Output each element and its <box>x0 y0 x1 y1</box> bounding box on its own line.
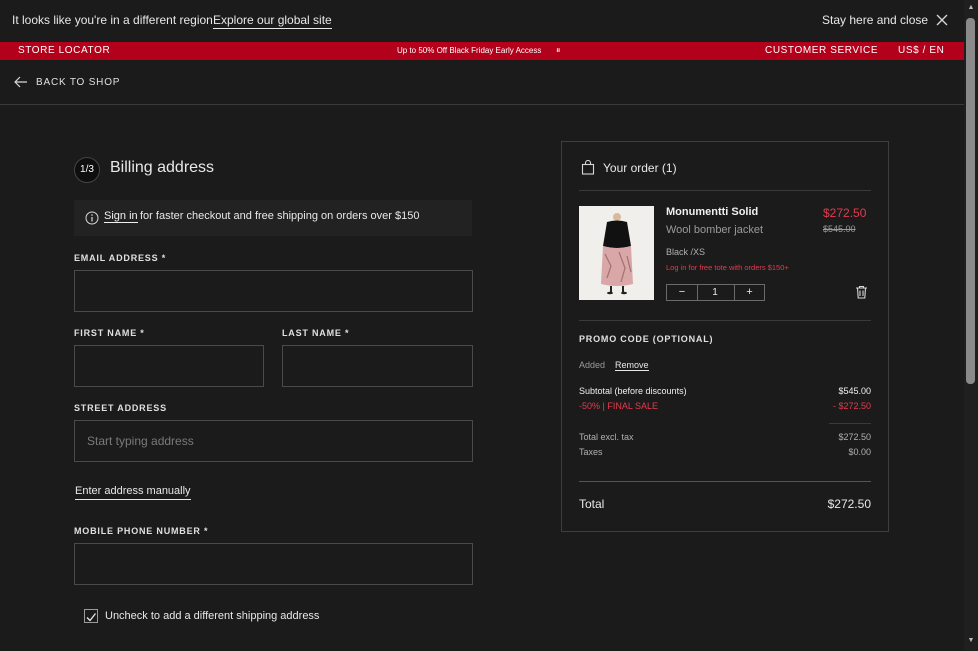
stay-here-button[interactable]: Stay here and close <box>822 13 928 27</box>
subtotal-label: Subtotal (before discounts) <box>579 386 687 396</box>
order-divider <box>579 190 871 191</box>
email-label: EMAIL ADDRESS * <box>74 253 167 263</box>
first-name-input[interactable] <box>75 346 263 386</box>
discount-label: -50% | FINAL SALE <box>579 401 659 411</box>
first-name-field[interactable] <box>74 345 264 387</box>
email-input[interactable] <box>75 271 472 311</box>
total-value: $272.50 <box>827 497 871 511</box>
discount-value: - $272.50 <box>832 401 871 411</box>
promo-added-text: Added <box>579 360 606 370</box>
phone-label: MOBILE PHONE NUMBER * <box>74 526 209 536</box>
taxes-label: Taxes <box>579 447 603 457</box>
signin-link[interactable]: Sign in <box>104 210 138 223</box>
free-tote-note: Log in for free tote with orders $150+ <box>666 263 789 272</box>
decrease-quantity-button[interactable]: − <box>667 285 697 300</box>
back-to-shop-link[interactable]: BACK TO SHOP <box>36 77 120 88</box>
last-name-label: LAST NAME * <box>282 328 350 338</box>
product-photo-illustration <box>579 206 654 300</box>
pause-icon[interactable]: ⏸ <box>556 45 561 56</box>
order-divider <box>579 320 871 321</box>
product-name[interactable]: Monumentti Solid <box>666 206 758 218</box>
customer-service-link[interactable]: CUSTOMER SERVICE <box>765 45 878 56</box>
shipping-same-checkbox[interactable] <box>84 609 98 623</box>
total-excl-tax-label: Total excl. tax <box>579 432 634 442</box>
last-name-input[interactable] <box>283 346 472 386</box>
product-original-price: $545.00 <box>823 224 856 234</box>
street-address-label: STREET ADDRESS <box>74 403 167 413</box>
scrollbar-thumb[interactable] <box>966 18 975 384</box>
first-name-label: FIRST NAME * <box>74 328 145 338</box>
total-label: Total <box>579 497 605 511</box>
scroll-up-arrow-icon[interactable]: ▲ <box>966 4 976 12</box>
region-message: It looks like you're in a different regi… <box>12 13 213 27</box>
street-address-field[interactable] <box>74 420 473 462</box>
street-address-input[interactable] <box>75 421 472 461</box>
product-image[interactable] <box>579 206 654 300</box>
promo-announcement[interactable]: Up to 50% Off Black Friday Early Access <box>397 46 541 55</box>
trash-icon[interactable] <box>855 285 868 299</box>
signin-benefit-text: for faster checkout and free shipping on… <box>140 210 420 222</box>
section-title: Billing address <box>110 159 215 176</box>
currency-language-selector[interactable]: US$ / EN <box>898 45 944 56</box>
shopping-bag-icon <box>581 160 595 175</box>
promo-remove-link[interactable]: Remove <box>615 360 649 371</box>
arrow-left-icon[interactable] <box>14 76 28 88</box>
store-locator-link[interactable]: STORE LOCATOR <box>18 45 110 56</box>
info-icon <box>85 211 99 225</box>
check-icon <box>86 613 97 622</box>
promo-code-label[interactable]: PROMO CODE (OPTIONAL) <box>579 334 713 344</box>
product-sale-price: $272.50 <box>823 206 867 220</box>
total-divider <box>579 481 871 482</box>
quantity-value[interactable]: 1 <box>700 285 730 300</box>
total-excl-tax-value: $272.50 <box>838 432 871 442</box>
order-title: Your order (1) <box>603 161 677 175</box>
step-indicator: 1/3 <box>74 157 100 183</box>
product-subtitle: Wool bomber jacket <box>666 224 764 236</box>
product-variant: Black /XS <box>666 247 706 257</box>
phone-input[interactable] <box>75 544 472 584</box>
scroll-down-arrow-icon[interactable]: ▼ <box>966 637 976 645</box>
global-site-link[interactable]: Explore our global site <box>213 13 332 29</box>
phone-field[interactable] <box>74 543 473 585</box>
close-icon[interactable] <box>935 13 949 27</box>
increase-quantity-button[interactable]: + <box>735 285 764 300</box>
enter-address-manually-link[interactable]: Enter address manually <box>75 485 191 500</box>
last-name-field[interactable] <box>282 345 473 387</box>
header-divider <box>0 104 964 105</box>
email-field[interactable] <box>74 270 473 312</box>
subtotal-divider <box>829 423 871 424</box>
shipping-checkbox-label[interactable]: Uncheck to add a different shipping addr… <box>105 610 319 622</box>
taxes-value: $0.00 <box>848 447 871 457</box>
qty-separator <box>697 284 698 301</box>
subtotal-value: $545.00 <box>838 386 871 396</box>
